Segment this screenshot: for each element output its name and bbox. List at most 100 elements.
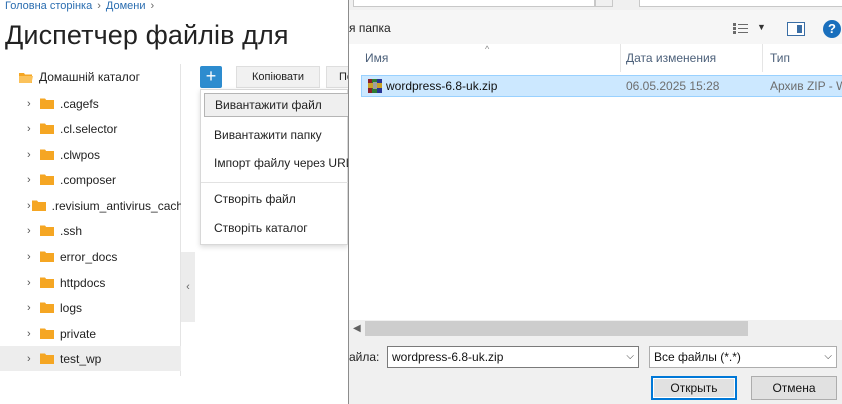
preview-pane-icon[interactable] [787,22,805,36]
breadcrumb-separator: › [150,0,155,12]
tree-item-cl-selector[interactable]: › .cl.selector [0,116,181,141]
folder-icon [40,174,54,185]
view-options-icon[interactable] [733,22,749,35]
tree-item-test-wp[interactable]: › test_wp [0,346,181,371]
folder-icon [40,98,54,109]
add-menu: Вивантажити файл Вивантажити папку Імпор… [200,89,348,245]
tree-item-label: httpdocs [60,275,106,290]
chevron-left-icon: ‹ [186,281,190,293]
folder-icon [40,353,54,364]
tree-item-label: test_wp [60,351,102,366]
chevron-right-icon[interactable]: › [27,328,39,340]
page-title: Диспетчер файлів для [5,20,289,50]
chevron-right-icon[interactable]: › [27,98,39,110]
breadcrumb-home-link[interactable]: Головна сторінка [5,0,92,12]
folder-icon [40,251,54,262]
new-folder-button[interactable]: я папка [349,21,391,35]
tree-item-label: .composer [60,172,117,187]
tree-root-label: Домашній каталог [39,70,140,84]
filename-value: wordpress-6.8-uk.zip [392,350,504,364]
help-icon[interactable]: ? [823,20,841,38]
tree-item-label: .cl.selector [60,121,118,136]
command-bar: я папка ▼ ? [349,10,842,44]
folder-icon [40,277,54,288]
open-button[interactable]: Открыть [651,376,737,400]
tree-item-error-docs[interactable]: › error_docs [0,244,181,269]
menu-item-create-folder[interactable]: Створіть каталог [201,215,348,241]
file-manager-panel: Головна сторінка › Домени › Диспетчер файлі… [0,0,348,404]
breadcrumb-separator: › [97,0,101,12]
menu-item-upload-folder[interactable]: Вивантажити папку [201,122,348,148]
menu-item-upload-file[interactable]: Вивантажити файл [204,93,348,117]
chevron-right-icon[interactable]: › [27,353,39,365]
tree-item-label: .revisium_antivirus_cache [51,198,181,213]
tree-item-clwpos[interactable]: › .clwpos [0,142,181,167]
tree-item-cagefs[interactable]: › .cagefs [0,91,181,116]
tree-item-label: .clwpos [60,147,101,162]
tree-item-logs[interactable]: › logs [0,295,181,320]
scroll-left-arrow-icon[interactable]: ◀ [353,323,361,334]
folder-icon [40,328,54,339]
dialog-footer: айла: wordpress-6.8-uk.zip ⌵ Все файлы (… [349,337,842,404]
tree-root-home[interactable]: Домашній каталог [19,69,140,85]
cancel-button[interactable]: Отмена [751,376,837,400]
folder-tree: Домашній каталог › .cagefs › .cl.selecto… [0,64,181,376]
filetype-value: Все файлы (*.*) [654,350,741,364]
tree-item-httpdocs[interactable]: › httpdocs [0,270,181,295]
folder-icon [40,123,54,134]
chevron-right-icon[interactable]: › [27,251,39,263]
chevron-down-icon[interactable]: ⌵ [626,347,634,367]
filetype-select[interactable]: Все файлы (*.*) ⌵ [649,346,837,368]
chevron-right-icon[interactable]: › [27,225,39,237]
breadcrumb: Головна сторінка › Домени › [5,0,159,12]
column-header-row: ^ Имя Дата изменения Тип [349,44,842,72]
scrollbar-thumb[interactable] [365,321,748,336]
horizontal-scrollbar[interactable]: ◀ [349,320,842,337]
tree-item-label: private [60,326,97,341]
address-bar[interactable] [353,0,595,7]
chevron-right-icon[interactable]: › [27,200,31,212]
search-box[interactable] [639,0,842,7]
tree-item-label: error_docs [60,249,118,264]
chevron-right-icon[interactable]: › [27,149,39,161]
file-date: 06.05.2025 15:28 [626,79,720,93]
tree-item-label: .ssh [60,223,83,238]
tree-item-label: .cagefs [60,96,99,111]
view-dropdown-arrow-icon[interactable]: ▼ [757,22,766,32]
chevron-down-icon: ⌵ [824,351,832,362]
tree-item-label: logs [60,300,83,315]
folder-icon [40,149,54,160]
menu-divider [201,182,348,183]
address-bar-strip [349,0,842,10]
file-name: wordpress-6.8-uk.zip [386,79,498,93]
column-header-date[interactable]: Дата изменения [621,44,763,72]
collapse-sidebar-button[interactable]: ‹ [181,252,195,322]
address-dropdown-button[interactable] [595,0,613,7]
folder-icon [40,225,54,236]
file-row[interactable]: wordpress-6.8-uk.zip 06.05.2025 15:28 Ар… [361,75,842,97]
menu-item-create-file[interactable]: Створіть файл [201,186,348,212]
menu-item-import-url[interactable]: Імпорт файлу через URL [201,150,348,176]
filename-label: айла: [349,350,380,364]
zip-archive-icon [367,78,383,94]
column-header-type[interactable]: Тип [763,44,842,72]
chevron-right-icon[interactable]: › [27,302,39,314]
tree-item-revisium-antivirus-cache[interactable]: › .revisium_antivirus_cache [0,193,181,218]
folder-open-icon [19,72,33,83]
chevron-right-icon[interactable]: › [27,123,39,135]
column-header-name[interactable]: Имя [349,44,621,72]
move-button[interactable]: Пе [326,66,348,88]
chevron-right-icon[interactable]: › [27,174,39,186]
chevron-right-icon[interactable]: › [27,277,39,289]
folder-icon [40,302,54,313]
filename-input[interactable]: wordpress-6.8-uk.zip ⌵ [387,346,639,368]
breadcrumb-domains-link[interactable]: Домени [106,0,146,12]
file-type: Архив ZIP - W [770,79,842,93]
tree-item-composer[interactable]: › .composer [0,167,181,192]
folder-icon [31,200,46,211]
open-file-dialog: я папка ▼ ? ^ Имя Дата изменения Тип wor… [348,0,842,404]
copy-button[interactable]: Копіювати [236,66,320,88]
add-button[interactable]: + [200,66,222,88]
tree-item-private[interactable]: › private [0,321,181,346]
tree-item-ssh[interactable]: › .ssh [0,218,181,243]
